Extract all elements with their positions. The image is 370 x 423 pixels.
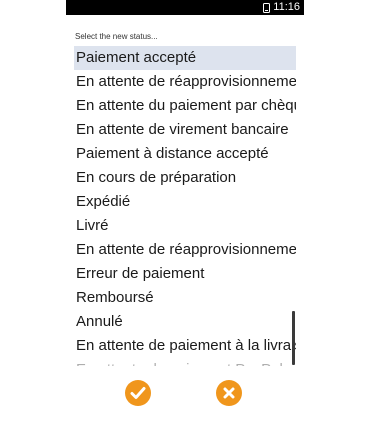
status-time: 11:16 <box>273 1 300 13</box>
status-item[interactable]: Erreur de paiement <box>74 262 296 286</box>
status-item[interactable]: Livré <box>74 214 296 238</box>
cross-icon <box>223 387 235 399</box>
phone-icon <box>263 2 271 13</box>
status-item[interactable]: Expédié <box>74 190 296 214</box>
status-item[interactable]: Paiement à distance accepté <box>74 142 296 166</box>
status-item[interactable]: En attente de réapprovisionnement <box>74 238 296 262</box>
status-item[interactable]: En cours de préparation <box>74 166 296 190</box>
status-item[interactable]: Annulé <box>74 310 296 334</box>
status-item[interactable]: En attente du paiement par chèque <box>74 94 296 118</box>
cancel-button[interactable] <box>216 380 242 406</box>
confirm-button[interactable] <box>125 380 151 406</box>
status-item-selected[interactable]: Paiement accepté <box>74 46 296 70</box>
status-item[interactable]: En attente de virement bancaire <box>74 118 296 142</box>
status-item[interactable]: En attente de réapprovisionnement <box>74 70 296 94</box>
checkmark-icon <box>130 386 146 400</box>
status-bar-right: 11:16 <box>263 0 300 15</box>
status-item[interactable]: Remboursé <box>74 286 296 310</box>
dialog-actions <box>0 380 370 410</box>
dialog-prompt: Select the new status... <box>75 32 158 41</box>
list-scrollbar[interactable] <box>292 311 295 365</box>
status-list[interactable]: Paiement accepté En attente de réapprovi… <box>74 46 296 366</box>
status-bar: 11:16 <box>66 0 304 15</box>
status-item[interactable]: En attente de paiement PayPal <box>74 358 296 366</box>
status-item[interactable]: En attente de paiement à la livraison <box>74 334 296 358</box>
